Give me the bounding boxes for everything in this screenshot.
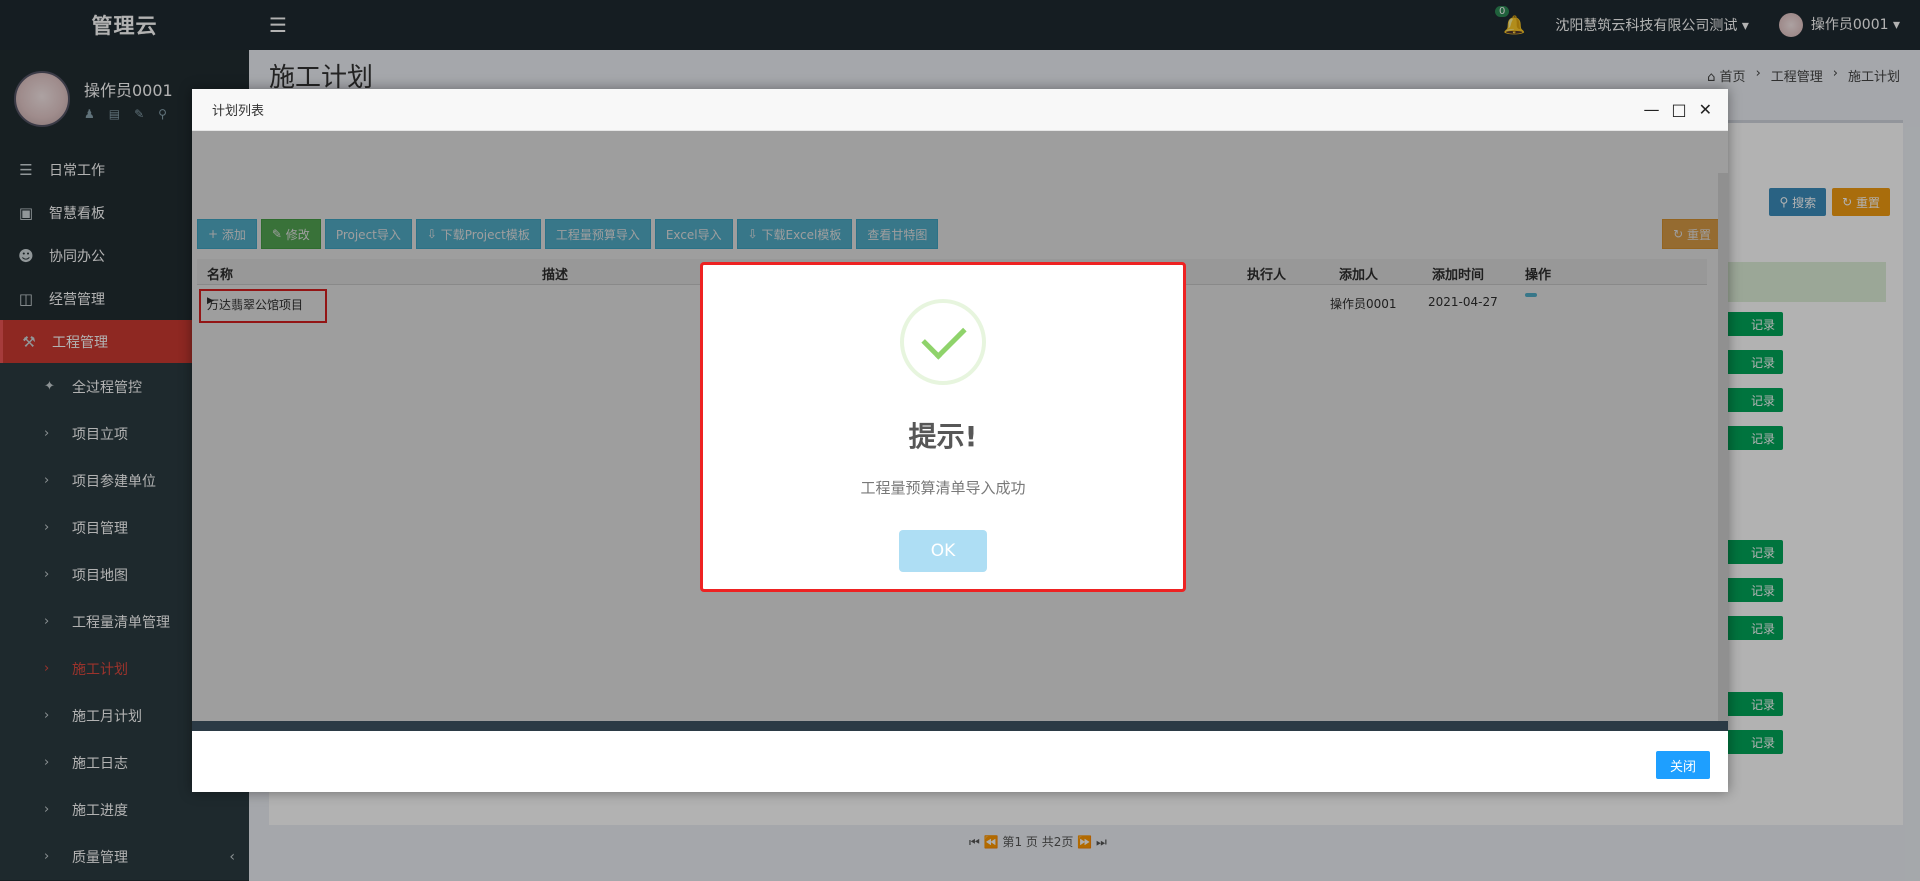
- horizontal-scrollbar[interactable]: [192, 721, 1728, 731]
- success-check-icon: [900, 299, 986, 385]
- close-button[interactable]: 关闭: [1655, 751, 1710, 779]
- maximize-icon[interactable]: □: [1671, 100, 1686, 119]
- ok-button[interactable]: OK: [899, 530, 987, 572]
- success-alert-dialog: 提示! 工程量预算清单导入成功 OK: [700, 262, 1186, 592]
- alert-title: 提示!: [908, 420, 978, 453]
- alert-message: 工程量预算清单导入成功: [860, 479, 1026, 497]
- minimize-icon[interactable]: —: [1643, 100, 1659, 119]
- modal-title: 计划列表: [212, 104, 265, 119]
- modal-footer: 关闭: [192, 738, 1728, 792]
- close-icon[interactable]: ✕: [1699, 100, 1712, 119]
- modal-header[interactable]: 计划列表 — □ ✕: [192, 89, 1728, 131]
